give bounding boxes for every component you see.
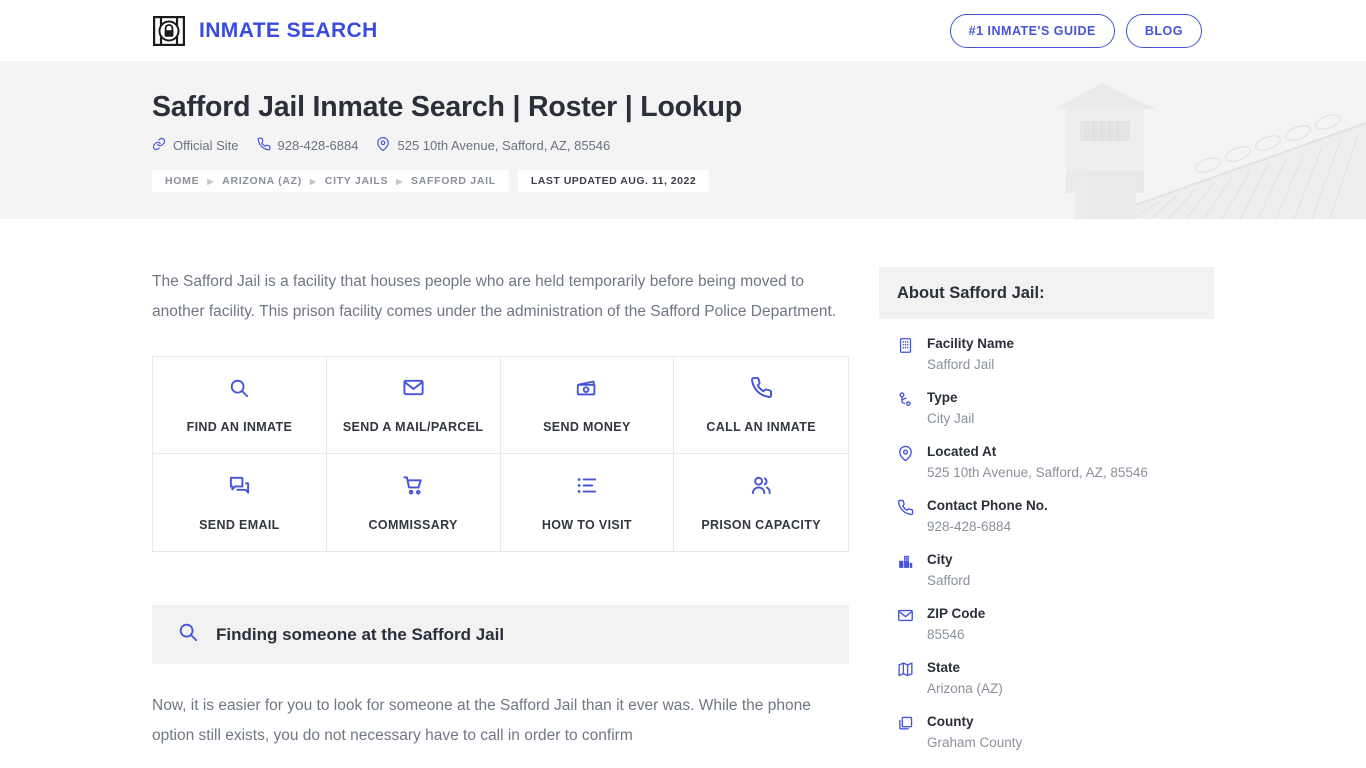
info-value: 928-428-6884	[927, 519, 1012, 534]
info-value: Safford Jail	[927, 357, 995, 372]
node-icon	[897, 389, 915, 429]
hero-meta-row: Official Site 928-428-6884 525 10th Aven…	[152, 137, 1366, 154]
section-heading: Finding someone at the Safford Jail	[152, 605, 849, 664]
info-row-contact-phone: Contact Phone No. 928-428-6884	[897, 497, 1196, 537]
page-title: Safford Jail Inmate Search | Roster | Lo…	[152, 91, 742, 123]
chat-icon	[228, 474, 251, 502]
phone-meta[interactable]: 928-428-6884	[257, 137, 359, 154]
sidebar: About Safford Jail: Facility Name Saffor…	[879, 267, 1214, 768]
last-updated-badge: LAST UPDATED AUG. 11, 2022	[517, 170, 710, 192]
copy-icon	[897, 713, 915, 753]
map-icon	[897, 659, 915, 699]
action-send-money[interactable]: SEND MONEY	[500, 357, 675, 454]
search-icon	[177, 621, 199, 648]
building-icon	[897, 335, 915, 375]
inmates-guide-button[interactable]: #1 INMATE'S GUIDE	[949, 13, 1115, 48]
address-meta: 525 10th Avenue, Safford, AZ, 85546	[376, 137, 610, 154]
body-paragraph: Now, it is easier for you to look for so…	[152, 697, 811, 744]
action-grid: FIND AN INMATE SEND A MAIL/PARCEL SEND M…	[152, 356, 849, 552]
info-label: ZIP Code	[927, 606, 986, 621]
list-icon	[575, 474, 598, 502]
info-label: Type	[927, 390, 958, 405]
brand-logo[interactable]: INMATE SEARCH	[152, 14, 378, 48]
info-label: State	[927, 660, 961, 675]
info-value: Graham County	[927, 735, 1023, 750]
info-row-state: State Arizona (AZ)	[897, 659, 1196, 699]
chevron-right-icon: ▶	[207, 176, 215, 186]
about-card-title: About Safford Jail:	[897, 283, 1045, 302]
users-icon	[749, 474, 773, 502]
city-icon	[897, 551, 915, 591]
action-prison-capacity[interactable]: PRISON CAPACITY	[674, 454, 848, 551]
info-value: Arizona (AZ)	[927, 681, 1003, 696]
main-column: The Safford Jail is a facility that hous…	[152, 267, 849, 768]
info-row-zip-code: ZIP Code 85546	[897, 605, 1196, 645]
jail-lock-icon	[152, 14, 186, 48]
info-row-facility-name: Facility Name Safford Jail	[897, 335, 1196, 375]
info-value: 525 10th Avenue, Safford, AZ, 85546	[927, 465, 1148, 480]
info-label: County	[927, 714, 974, 729]
action-label: PRISON CAPACITY	[701, 517, 821, 532]
page-content: The Safford Jail is a facility that hous…	[0, 219, 1366, 768]
intro-paragraph: The Safford Jail is a facility that hous…	[152, 273, 837, 320]
brand-name: INMATE SEARCH	[199, 18, 378, 42]
envelope-icon	[897, 605, 915, 645]
cart-icon	[402, 474, 425, 502]
top-navigation-bar: INMATE SEARCH #1 INMATE'S GUIDE BLOG	[0, 0, 1366, 61]
phone-icon	[897, 497, 915, 537]
money-icon	[575, 377, 599, 404]
official-site-meta[interactable]: Official Site	[152, 137, 239, 154]
about-card-header: About Safford Jail:	[879, 267, 1214, 319]
envelope-icon	[402, 376, 425, 404]
map-pin-icon	[376, 137, 390, 154]
info-label: Contact Phone No.	[927, 498, 1048, 513]
chevron-right-icon: ▶	[309, 176, 317, 186]
breadcrumb-item-city-jails[interactable]: CITY JAILS	[325, 175, 388, 187]
info-row-type: Type City Jail	[897, 389, 1196, 429]
search-icon	[228, 377, 250, 404]
info-row-county: County Graham County	[897, 713, 1196, 753]
section-title: Finding someone at the Safford Jail	[216, 624, 505, 644]
phone-icon	[750, 376, 773, 404]
info-label: Located At	[927, 444, 997, 459]
info-value: Safford	[927, 573, 971, 588]
action-label: FIND AN INMATE	[186, 419, 293, 434]
action-call-an-inmate[interactable]: CALL AN INMATE	[674, 357, 848, 454]
action-label: COMMISSARY	[368, 517, 458, 532]
action-commissary[interactable]: COMMISSARY	[326, 454, 501, 551]
action-label: CALL AN INMATE	[706, 420, 816, 434]
address-label: 525 10th Avenue, Safford, AZ, 85546	[397, 138, 611, 153]
action-send-email[interactable]: SEND EMAIL	[153, 454, 327, 551]
blog-button[interactable]: BLOG	[1125, 13, 1202, 48]
info-label: Facility Name	[927, 336, 1015, 351]
action-label: SEND MONEY	[543, 419, 631, 434]
breadcrumb-list: HOME ▶ ARIZONA (AZ) ▶ CITY JAILS ▶ SAFFO…	[152, 170, 509, 192]
about-card-body: Facility Name Safford Jail Type City Jai…	[879, 319, 1214, 768]
action-label: SEND EMAIL	[199, 517, 280, 532]
action-find-an-inmate[interactable]: FIND AN INMATE	[153, 357, 327, 454]
link-icon	[152, 137, 166, 154]
breadcrumb-item-safford-jail[interactable]: SAFFORD JAIL	[411, 175, 496, 187]
info-label: City	[927, 552, 953, 567]
action-label: HOW TO VISIT	[541, 517, 632, 532]
chevron-right-icon: ▶	[396, 176, 404, 186]
nav-actions: #1 INMATE'S GUIDE BLOG	[949, 13, 1202, 48]
about-facility-card: About Safford Jail: Facility Name Saffor…	[879, 267, 1214, 768]
info-value: City Jail	[927, 411, 975, 426]
phone-number-label: 928-428-6884	[277, 138, 359, 153]
phone-icon	[257, 137, 271, 154]
info-value: 85546	[927, 627, 965, 642]
breadcrumb-item-arizona[interactable]: ARIZONA (AZ)	[222, 175, 302, 187]
breadcrumb: HOME ▶ ARIZONA (AZ) ▶ CITY JAILS ▶ SAFFO…	[152, 170, 710, 192]
action-label: SEND A MAIL/PARCEL	[342, 420, 484, 434]
info-row-city: City Safford	[897, 551, 1196, 591]
action-send-a-mail-parcel[interactable]: SEND A MAIL/PARCEL	[326, 357, 501, 454]
hero-banner: Safford Jail Inmate Search | Roster | Lo…	[0, 61, 1366, 219]
info-row-located-at: Located At 525 10th Avenue, Safford, AZ,…	[897, 443, 1196, 483]
breadcrumb-item-home[interactable]: HOME	[165, 175, 199, 187]
action-how-to-visit[interactable]: HOW TO VISIT	[500, 454, 675, 551]
map-pin-icon	[897, 443, 915, 483]
official-site-label: Official Site	[173, 138, 239, 153]
